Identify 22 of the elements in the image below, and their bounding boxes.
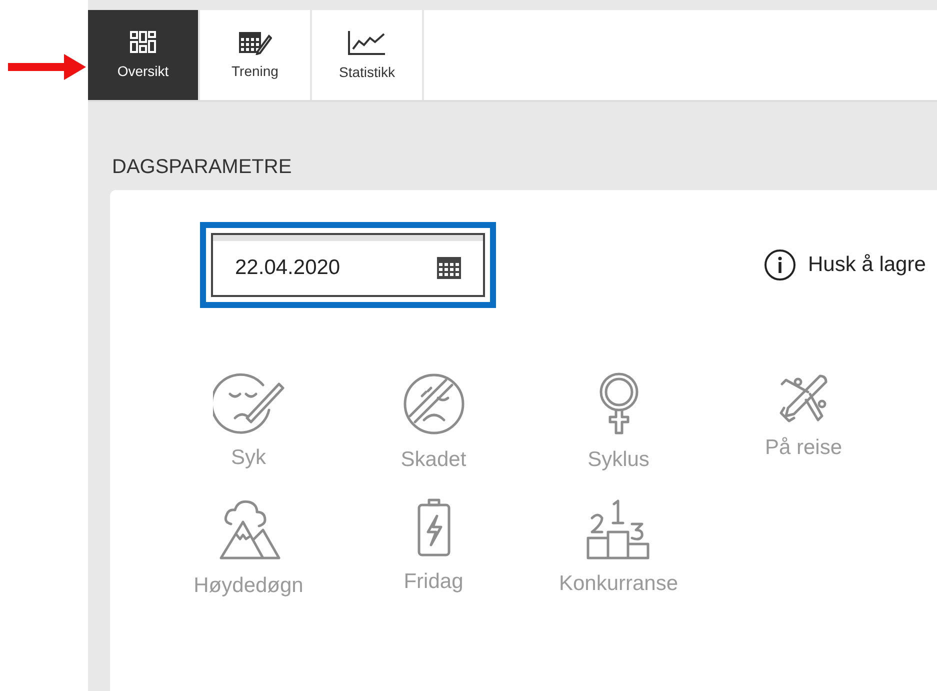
date-field[interactable]: 22.04.2020: [211, 233, 485, 297]
sick-face-icon: [212, 372, 284, 434]
calendar-pencil-icon: [238, 31, 272, 55]
parameter-option[interactable]: Syklus: [526, 372, 711, 472]
parameter-option[interactable]: På reise: [711, 372, 896, 472]
parameter-option[interactable]: Konkurranse: [526, 498, 711, 598]
info-icon: [764, 249, 796, 281]
parameter-option[interactable]: Syk: [156, 372, 341, 472]
line-chart-icon: [347, 30, 387, 56]
section-title: DAGSPARAMETRE: [112, 156, 293, 180]
arrow-icon: [8, 54, 86, 80]
parameter-option[interactable]: Høydedøgn: [156, 498, 341, 598]
grid-icon: [130, 31, 156, 55]
airplane-icon: [778, 372, 830, 424]
injured-face-icon: [402, 372, 466, 436]
nav-tab[interactable]: Oversikt: [88, 10, 200, 100]
notice-text: Husk å lagre: [808, 253, 926, 277]
battery-bolt-icon: [416, 498, 452, 558]
calendar-icon: [437, 257, 461, 279]
podium-icon: [586, 498, 652, 560]
parameter-option[interactable]: Fridag: [341, 498, 526, 598]
parameter-option[interactable]: Skadet: [341, 372, 526, 472]
